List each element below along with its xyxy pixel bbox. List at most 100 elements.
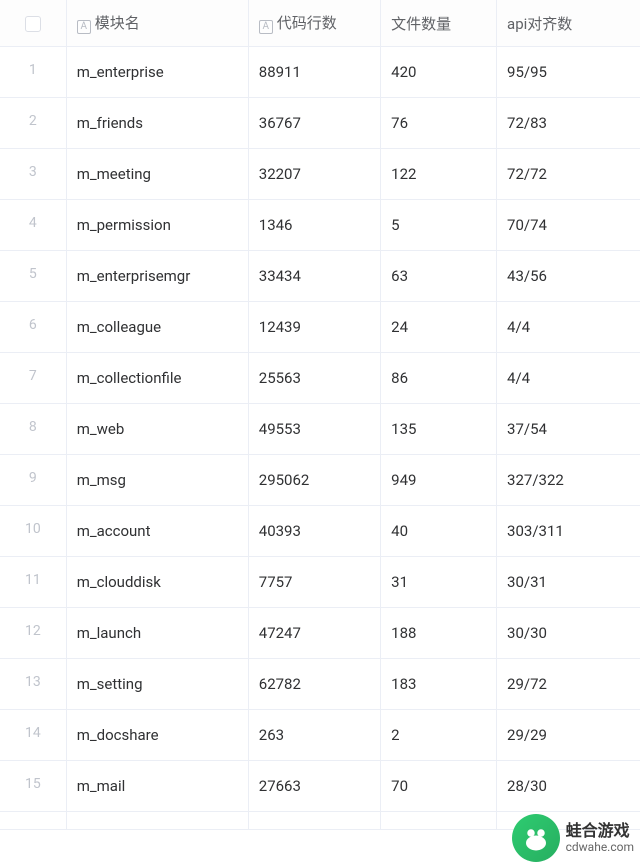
cell-module: m_docshare (66, 710, 248, 761)
table-row[interactable]: 10m_account4039340303/311 (0, 506, 640, 557)
cell-files: 188 (381, 608, 497, 659)
cell-files: 63 (381, 251, 497, 302)
header-files-label: 文件数量 (391, 15, 451, 33)
row-index: 8 (0, 404, 66, 455)
cell-files: 86 (381, 353, 497, 404)
cell-module: m_permission (66, 200, 248, 251)
cell-lines: 27663 (248, 761, 380, 812)
cell-module: m_enterprise (66, 47, 248, 98)
row-index: 2 (0, 98, 66, 149)
table-row[interactable]: 7m_collectionfile25563864/4 (0, 353, 640, 404)
row-index: 4 (0, 200, 66, 251)
watermark: 蛙合游戏 cdwahe.com (512, 814, 634, 862)
cell-files: 76 (381, 98, 497, 149)
table-row[interactable]: 4m_permission1346570/74 (0, 200, 640, 251)
cell-module: m_launch (66, 608, 248, 659)
cell-files: 24 (381, 302, 497, 353)
cell-api: 327/322 (497, 455, 640, 506)
text-type-icon: A (77, 20, 91, 34)
header-lines-label: 代码行数 (277, 14, 337, 32)
cell-lines: 7757 (248, 557, 380, 608)
cell-module: m_msg (66, 455, 248, 506)
cell-module: m_colleague (66, 302, 248, 353)
table-row[interactable]: 9m_msg295062949327/322 (0, 455, 640, 506)
table-row[interactable]: 1m_enterprise8891142095/95 (0, 47, 640, 98)
cell-module: m_account (66, 506, 248, 557)
cell-files: 31 (381, 557, 497, 608)
header-lines[interactable]: A 代码行数 (248, 0, 380, 47)
header-module-label: 模块名 (95, 14, 140, 32)
cell-api: 37/54 (497, 404, 640, 455)
cell-files: 70 (381, 761, 497, 812)
cell-lines: 49553 (248, 404, 380, 455)
cell-lines: 36767 (248, 98, 380, 149)
watermark-logo-icon (512, 814, 560, 862)
cell-lines: 62782 (248, 659, 380, 710)
table-row[interactable]: 6m_colleague12439244/4 (0, 302, 640, 353)
table-row[interactable]: 15m_mail276637028/30 (0, 761, 640, 812)
data-table: A 模块名 A 代码行数 文件数量 api对齐数 1m_enterprise8891… (0, 0, 640, 830)
header-row: A 模块名 A 代码行数 文件数量 api对齐数 (0, 0, 640, 47)
row-index: 10 (0, 506, 66, 557)
row-index: 6 (0, 302, 66, 353)
text-type-icon: A (259, 20, 273, 34)
cell-lines: 263 (248, 710, 380, 761)
cell-files: 122 (381, 149, 497, 200)
row-index: 12 (0, 608, 66, 659)
header-checkbox-cell (0, 0, 66, 47)
row-index: 13 (0, 659, 66, 710)
cell-lines: 12439 (248, 302, 380, 353)
table-row[interactable]: 11m_clouddisk77573130/31 (0, 557, 640, 608)
row-index: 14 (0, 710, 66, 761)
cell-api: 70/74 (497, 200, 640, 251)
cell-module: m_enterprisemgr (66, 251, 248, 302)
row-index: 9 (0, 455, 66, 506)
cell-api: 4/4 (497, 353, 640, 404)
header-files[interactable]: 文件数量 (381, 0, 497, 47)
cell-lines: 33434 (248, 251, 380, 302)
table-row[interactable]: 13m_setting6278218329/72 (0, 659, 640, 710)
cell-files: 183 (381, 659, 497, 710)
cell-lines: 1346 (248, 200, 380, 251)
table-row[interactable]: 12m_launch4724718830/30 (0, 608, 640, 659)
cell-files: 949 (381, 455, 497, 506)
cell-api: 4/4 (497, 302, 640, 353)
cell-api: 28/30 (497, 761, 640, 812)
cell-api: 30/30 (497, 608, 640, 659)
table-row[interactable]: 3m_meeting3220712272/72 (0, 149, 640, 200)
cell-module: m_mail (66, 761, 248, 812)
row-index: 7 (0, 353, 66, 404)
cell-lines: 88911 (248, 47, 380, 98)
row-index: 5 (0, 251, 66, 302)
cell-lines: 25563 (248, 353, 380, 404)
table-row[interactable]: 8m_web4955313537/54 (0, 404, 640, 455)
header-api[interactable]: api对齐数 (497, 0, 640, 47)
cell-files: 420 (381, 47, 497, 98)
cell-lines: 295062 (248, 455, 380, 506)
cell-api: 303/311 (497, 506, 640, 557)
table-body: 1m_enterprise8891142095/952m_friends3676… (0, 47, 640, 830)
watermark-text: 蛙合游戏 cdwahe.com (566, 821, 634, 855)
watermark-title: 蛙合游戏 (566, 821, 634, 840)
cell-module: m_web (66, 404, 248, 455)
row-index: 3 (0, 149, 66, 200)
select-all-checkbox[interactable] (25, 16, 41, 32)
cell-module: m_collectionfile (66, 353, 248, 404)
table-row[interactable]: 5m_enterprisemgr334346343/56 (0, 251, 640, 302)
cell-files: 135 (381, 404, 497, 455)
cell-files: 2 (381, 710, 497, 761)
cell-api: 29/29 (497, 710, 640, 761)
cell-lines: 32207 (248, 149, 380, 200)
table-row[interactable]: 14m_docshare263229/29 (0, 710, 640, 761)
header-module[interactable]: A 模块名 (66, 0, 248, 47)
cell-module: m_meeting (66, 149, 248, 200)
cell-module: m_setting (66, 659, 248, 710)
cell-lines: 47247 (248, 608, 380, 659)
cell-module: m_clouddisk (66, 557, 248, 608)
cell-api: 30/31 (497, 557, 640, 608)
cell-files: 40 (381, 506, 497, 557)
cell-api: 95/95 (497, 47, 640, 98)
cell-lines: 40393 (248, 506, 380, 557)
cell-module: m_friends (66, 98, 248, 149)
table-row[interactable]: 2m_friends367677672/83 (0, 98, 640, 149)
